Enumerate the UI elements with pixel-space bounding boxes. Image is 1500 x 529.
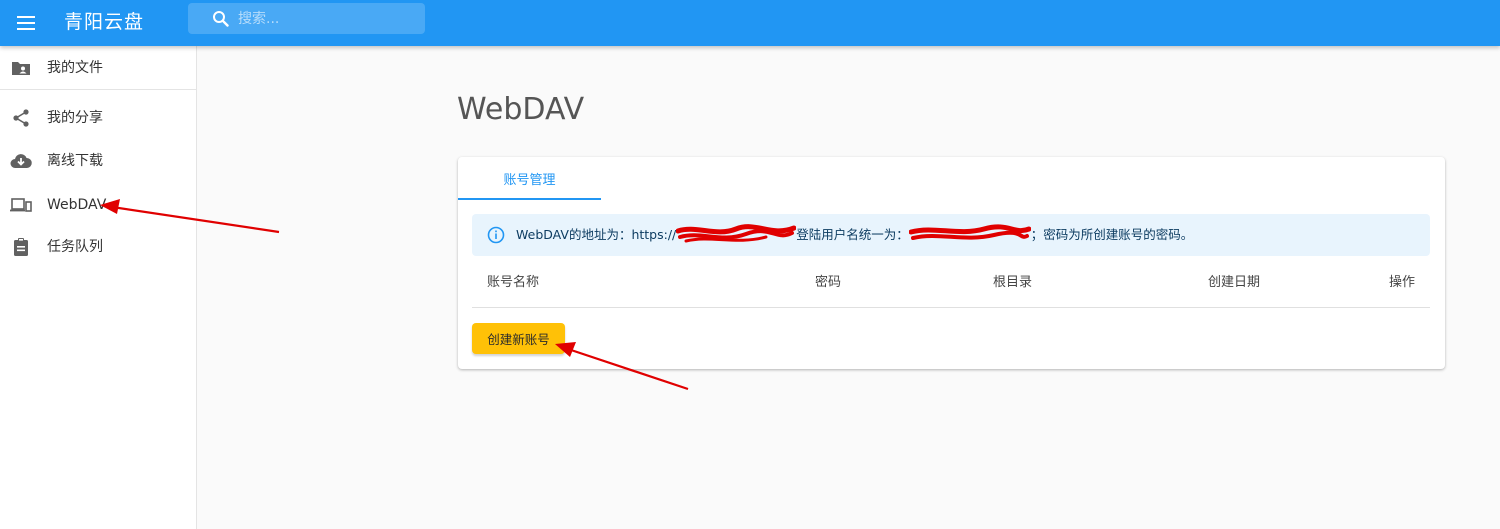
- sidebar-item-my-files[interactable]: 我的文件: [0, 48, 196, 88]
- tab-indicator: [458, 198, 601, 200]
- search-icon: [212, 10, 229, 27]
- sidebar-item-task-queue[interactable]: 任务队列: [0, 227, 196, 267]
- menu-icon[interactable]: [13, 10, 39, 36]
- sidebar-item-offline-download[interactable]: 离线下载: [0, 141, 196, 181]
- webdav-address-label: WebDAV的地址为：https://: [516, 227, 677, 242]
- column-header-password: 密码: [815, 275, 842, 290]
- redacted-address: [676, 223, 797, 243]
- folder-account-icon: [10, 58, 32, 78]
- info-icon: [487, 226, 505, 244]
- sidebar-item-label: 离线下载: [47, 153, 103, 169]
- search-input[interactable]: [238, 3, 418, 34]
- app-bar: 青阳云盘: [0, 0, 1500, 46]
- sidebar: 我的文件 我的分享 离线下载 WebDAV 任务队列: [0, 46, 197, 529]
- app-title: 青阳云盘: [64, 11, 145, 33]
- column-header-actions: 操作: [1389, 275, 1416, 290]
- sidebar-item-label: 我的文件: [47, 60, 103, 76]
- column-header-root-dir: 根目录: [993, 275, 1033, 290]
- column-header-created-date: 创建日期: [1208, 275, 1261, 290]
- share-icon: [10, 108, 32, 128]
- tab-account-management[interactable]: 账号管理: [458, 157, 601, 200]
- clipboard-list-icon: [10, 237, 32, 257]
- table-divider: [472, 307, 1430, 308]
- page-title: WebDAV: [457, 92, 585, 127]
- password-note: ；密码为所创建账号的密码。: [1030, 227, 1194, 242]
- username-label: 登陆用户名统一为：: [796, 227, 909, 242]
- info-text: WebDAV的地址为：https:// 登陆用户名统一为： ；密码为所创建账号的…: [516, 214, 1193, 256]
- create-account-button[interactable]: 创建新账号: [472, 323, 565, 354]
- sidebar-item-my-shares[interactable]: 我的分享: [0, 98, 196, 138]
- info-alert: WebDAV的地址为：https:// 登陆用户名统一为： ；密码为所创建账号的…: [472, 214, 1430, 256]
- sidebar-item-label: WebDAV: [47, 197, 107, 213]
- redacted-username: [908, 223, 1031, 243]
- column-header-account-name: 账号名称: [487, 275, 540, 290]
- search-box[interactable]: [188, 3, 425, 34]
- cloud-download-icon: [10, 151, 32, 171]
- sidebar-item-label: 任务队列: [47, 239, 103, 255]
- sidebar-divider: [0, 89, 196, 90]
- sidebar-item-webdav[interactable]: WebDAV: [0, 185, 196, 225]
- devices-icon: [10, 195, 32, 215]
- sidebar-item-label: 我的分享: [47, 110, 103, 126]
- webdav-card: 账号管理 WebDAV的地址为：https:// 登陆用户名统一为： ；密码为所…: [458, 157, 1445, 369]
